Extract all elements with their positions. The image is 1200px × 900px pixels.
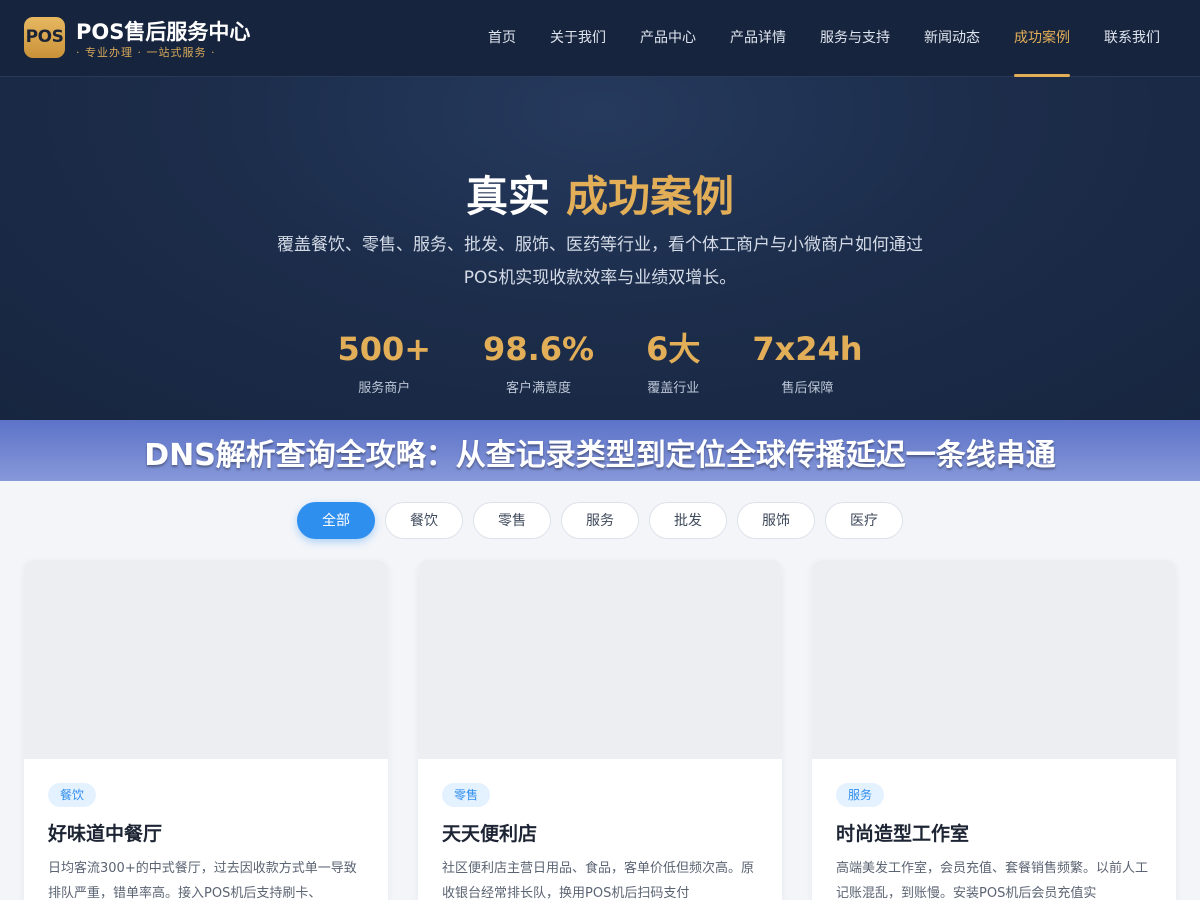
hero-title-accent: 成功案例 [566,172,735,221]
banner-title: DNS解析查询全攻略：从查记录类型到定位全球传播延迟一条线串通 [144,438,1056,473]
stat-merchants: 500+ 服务商户 [337,329,431,396]
nav-products[interactable]: 产品中心 [640,0,696,77]
stat-support: 7x24h 售后保障 [752,329,862,396]
case-description: 日均客流300+的中式餐厅，过去因收款方式单一导致排队严重，错单率高。接入POS… [48,861,357,900]
filter-catering[interactable]: 餐饮 [385,502,463,539]
filter-all[interactable]: 全部 [297,502,375,539]
brand-subtitle: · 专业办理 · 一站式服务 · [76,46,216,59]
stat-label: 覆盖行业 [647,381,700,396]
site-header: POS POS售后服务中心 · 专业办理 · 一站式服务 · 首页 关于我们 产… [0,0,1200,77]
hero-description: 覆盖餐饮、零售、服务、批发、服饰、医药等行业，看个体工商户与小微商户如何通过PO… [277,235,923,288]
nav-contact[interactable]: 联系我们 [1104,0,1160,77]
stat-industries: 6大 覆盖行业 [646,329,700,396]
case-card[interactable]: 服务 时尚造型工作室 高端美发工作室，会员充值、套餐销售频繁。以前人工记账混乱，… [812,560,1176,900]
category-filter: 全部 餐饮 零售 服务 批发 服饰 医疗 [0,502,1200,539]
stat-label: 售后保障 [781,381,834,396]
brand-title[interactable]: POS售后服务中心 [76,16,250,46]
hero-title: 真实 成功案例 [0,163,1200,224]
nav-product-detail[interactable]: 产品详情 [730,0,786,77]
stat-label: 服务商户 [358,381,411,396]
nav-home[interactable]: 首页 [488,0,516,77]
case-card[interactable]: 餐饮 好味道中餐厅 日均客流300+的中式餐厅，过去因收款方式单一导致排队严重，… [24,560,388,900]
case-image-placeholder [812,560,1176,759]
nav-news[interactable]: 新闻动态 [924,0,980,77]
case-card-body: 餐饮 好味道中餐厅 日均客流300+的中式餐厅，过去因收款方式单一导致排队严重，… [24,759,388,900]
case-tag: 餐饮 [48,783,97,807]
nav-service-support[interactable]: 服务与支持 [820,0,890,77]
stat-value: 500+ [337,330,432,368]
case-tag: 零售 [442,783,491,807]
stats-row: 500+ 服务商户 98.6% 客户满意度 6大 覆盖行业 7x24h 售后保障 [0,329,1200,396]
case-image-placeholder [418,560,782,759]
case-image-placeholder [24,560,388,759]
hero-section: 真实 成功案例 覆盖餐饮、零售、服务、批发、服饰、医药等行业，看个体工商户与小微商… [0,77,1200,422]
filter-service[interactable]: 服务 [561,502,639,539]
article-title-banner: DNS解析查询全攻略：从查记录类型到定位全球传播延迟一条线串通 [0,420,1200,481]
stat-value: 98.6% [483,330,595,368]
stat-value: 7x24h [752,330,863,368]
hero-title-plain: 真实 [465,172,550,221]
filter-wholesale[interactable]: 批发 [649,502,727,539]
case-title[interactable]: 时尚造型工作室 [836,819,1152,846]
case-description: 高端美发工作室，会员充值、套餐销售频繁。以前人工记账混乱，到账慢。安装POS机后… [836,861,1149,900]
stat-value: 6大 [646,330,701,368]
case-card-body: 零售 天天便利店 社区便利店主营日用品、食品，客单价低但频次高。原收银台经常排长… [418,759,782,900]
case-card[interactable]: 零售 天天便利店 社区便利店主营日用品、食品，客单价低但频次高。原收银台经常排长… [418,560,782,900]
stat-satisfaction: 98.6% 客户满意度 [483,329,594,396]
case-description: 社区便利店主营日用品、食品，客单价低但频次高。原收银台经常排长队，换用POS机后… [442,861,755,900]
case-tag: 服务 [836,783,885,807]
filter-medical[interactable]: 医疗 [825,502,903,539]
logo[interactable]: POS [24,17,65,58]
nav-cases[interactable]: 成功案例 [1014,0,1070,77]
case-title[interactable]: 天天便利店 [442,819,758,846]
filter-apparel[interactable]: 服饰 [737,502,815,539]
filter-retail[interactable]: 零售 [473,502,551,539]
nav-about[interactable]: 关于我们 [550,0,606,77]
case-title[interactable]: 好味道中餐厅 [48,819,364,846]
case-card-list: 餐饮 好味道中餐厅 日均客流300+的中式餐厅，过去因收款方式单一导致排队严重，… [24,560,1176,900]
main-nav: 首页 关于我们 产品中心 产品详情 服务与支持 新闻动态 成功案例 联系我们 [454,0,1160,77]
stat-label: 客户满意度 [506,381,572,396]
case-card-body: 服务 时尚造型工作室 高端美发工作室，会员充值、套餐销售频繁。以前人工记账混乱，… [812,759,1176,900]
